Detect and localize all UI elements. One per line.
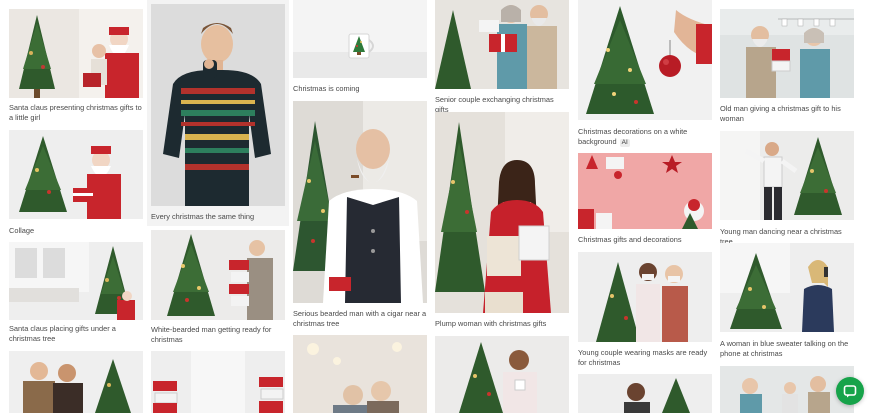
gallery-caption[interactable]: Christmas is coming [293, 84, 427, 94]
chat-button[interactable] [836, 377, 864, 405]
gallery-card[interactable] [293, 335, 427, 413]
gallery-caption[interactable]: Christmas gifts and decorations [578, 235, 712, 245]
caption-text[interactable]: Christmas decorations on a white backgro… [578, 127, 687, 146]
photo-woman-red-dress[interactable] [435, 112, 569, 313]
gallery-card[interactable]: A woman in blue sweater talking on the p… [720, 243, 854, 363]
photo-man-dancing[interactable] [720, 131, 854, 220]
gallery-card[interactable]: Serious bearded man with a cigar near a … [293, 101, 427, 331]
gallery-caption[interactable]: Santa claus presenting christmas gifts t… [9, 103, 143, 123]
photo-man-cigar[interactable] [293, 101, 427, 303]
gallery-card[interactable]: Collage [9, 130, 143, 238]
photo-tree-ornament[interactable] [578, 0, 712, 120]
gallery-caption[interactable]: Santa claus placing gifts under a christ… [9, 324, 143, 344]
gallery-card[interactable]: Christmas decorations on a white backgro… [578, 0, 712, 150]
photo-santa-gift-girl[interactable] [9, 9, 143, 98]
gallery-card[interactable]: Plump woman with christmas gifts [435, 112, 569, 332]
photo-family-gifts[interactable] [720, 366, 854, 413]
gallery-caption[interactable]: Serious bearded man with a cigar near a … [293, 309, 427, 329]
photo-gift-stacks[interactable] [151, 351, 285, 413]
gallery-caption[interactable]: Every christmas the same thing [151, 212, 285, 222]
photo-santa-collage[interactable] [9, 130, 143, 219]
photo-man-stacking-gifts[interactable] [151, 230, 285, 320]
gallery-caption[interactable]: Plump woman with christmas gifts [435, 319, 569, 329]
gallery-card[interactable]: Santa claus presenting christmas gifts t… [9, 9, 143, 127]
gallery-card[interactable]: Old man giving a christmas gift to his w… [720, 9, 854, 127]
photo-pink-decor[interactable] [578, 153, 712, 229]
photo-woman-phone[interactable] [720, 243, 854, 332]
gallery-caption[interactable]: Old man giving a christmas gift to his w… [720, 104, 854, 124]
gallery-card[interactable] [151, 351, 285, 413]
chat-bubble-icon [843, 384, 857, 398]
gallery-caption[interactable]: White-bearded man getting ready for chri… [151, 325, 285, 345]
gallery-card[interactable] [720, 366, 854, 413]
gallery-caption[interactable]: A woman in blue sweater talking on the p… [720, 339, 854, 359]
photo-old-man-gift[interactable] [720, 9, 854, 98]
photo-couple-masks[interactable] [578, 252, 712, 342]
photo-couple-tree[interactable] [578, 374, 712, 413]
gallery-card-hovered[interactable]: Every christmas the same thing [147, 0, 289, 226]
gallery-caption[interactable]: Christmas decorations on a white backgro… [578, 127, 712, 147]
gallery-card[interactable] [578, 374, 712, 413]
gallery-card[interactable]: Young man dancing near a christmas tree [720, 131, 854, 246]
ai-badge: AI [619, 139, 630, 147]
gallery-card[interactable]: White-bearded man getting ready for chri… [151, 230, 285, 350]
photo-senior-couple[interactable] [435, 0, 569, 89]
gallery-card[interactable]: Santa claus placing gifts under a christ… [9, 242, 143, 348]
gallery-card[interactable] [9, 351, 143, 413]
gallery-caption[interactable]: Collage [9, 226, 143, 236]
photo-couple-hug[interactable] [9, 351, 143, 413]
gallery-card[interactable]: Christmas gifts and decorations [578, 153, 712, 249]
photo-bokeh-couple[interactable] [293, 335, 427, 413]
gallery-card[interactable]: Senior couple exchanging christmas gifts [435, 0, 569, 114]
gallery-card[interactable]: Young couple wearing masks are ready for… [578, 252, 712, 370]
photo-man-pajamas[interactable] [435, 336, 569, 413]
gallery-card[interactable] [435, 336, 569, 413]
gallery-caption[interactable]: Young couple wearing masks are ready for… [578, 348, 712, 368]
photo-mug-tree[interactable] [293, 0, 427, 78]
photo-santa-under-tree[interactable] [9, 242, 143, 320]
gallery-card[interactable]: Christmas is coming [293, 0, 427, 96]
photo-man-ugly-sweater[interactable] [151, 4, 285, 206]
